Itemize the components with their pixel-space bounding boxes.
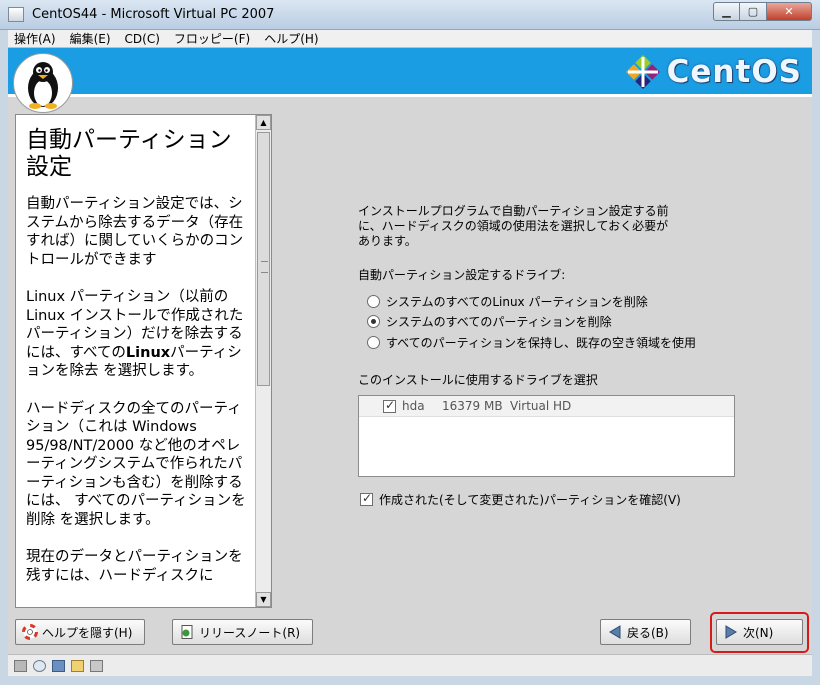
drive-list: hda 16379 MB Virtual HD — [358, 395, 735, 477]
scroll-up-arrow-icon[interactable]: ▲ — [256, 115, 271, 130]
help-paragraph-4: 現在のデータとパーティションを残すには、ハードディスクに — [26, 549, 243, 584]
title-bar: CentOS44 - Microsoft Virtual PC 2007 ▁ ▢… — [0, 0, 820, 30]
confirm-checkbox[interactable] — [360, 491, 373, 506]
help-panel: 自動パーティション設定 自動パーティション設定では、システムから除去するデータ（… — [15, 114, 272, 608]
confirm-label: 作成された(そして変更された)パーティションを確認(V) — [379, 493, 681, 507]
help-text: 自動パーティション設定 自動パーティション設定では、システムから除去するデータ（… — [26, 127, 254, 604]
drive-model: Virtual HD — [510, 399, 572, 413]
back-arrow-icon — [609, 625, 621, 639]
window-controls: ▁ ▢ ✕ — [713, 2, 812, 21]
window-title: CentOS44 - Microsoft Virtual PC 2007 — [32, 7, 275, 22]
radio-button[interactable] — [367, 294, 380, 308]
help-paragraph-3: ハードディスクの全てのパーティション（これは Windows 95/98/NT/… — [26, 400, 246, 528]
status-bar — [8, 654, 812, 676]
minimize-button[interactable]: ▁ — [713, 2, 740, 21]
app-icon — [8, 7, 24, 22]
installer-banner: CentOS — [8, 48, 812, 97]
cd-icon[interactable] — [33, 659, 46, 672]
tux-penguin-icon — [13, 53, 73, 113]
centos-logo: CentOS — [625, 54, 802, 90]
lifebuoy-icon — [22, 624, 38, 640]
centos-logo-icon — [625, 55, 660, 89]
intro-text: インストールプログラムで自動パーティション設定する前に、ハードディスクの領域の使… — [358, 204, 669, 248]
maximize-button[interactable]: ▢ — [740, 2, 767, 21]
menu-action[interactable]: 操作(A) — [14, 30, 56, 47]
next-button-highlight — [710, 612, 809, 653]
menu-cd[interactable]: CD(C) — [125, 32, 160, 46]
centos-wordmark: CentOS — [666, 54, 802, 90]
radio-keep-all[interactable]: すべてのパーティションを保持し、既存の空き領域を使用 — [367, 332, 696, 353]
drive-checkbox[interactable] — [383, 398, 396, 413]
hard-disk-icon[interactable] — [14, 659, 27, 672]
help-paragraph-2: Linux パーティション（以前の Linux インストールで作成されたパーティ… — [26, 289, 244, 379]
help-scrollbar[interactable]: ▲ ▼ — [255, 115, 271, 607]
help-paragraph-1: 自動パーティション設定では、システムから除去するデータ（存在すれば）に関していく… — [26, 196, 244, 268]
radio-button-selected[interactable] — [367, 315, 380, 329]
radio-button[interactable] — [367, 335, 380, 349]
partition-radio-group: システムのすべてのLinux パーティションを削除 システムのすべてのパーティシ… — [367, 291, 696, 353]
scroll-thumb[interactable] — [257, 132, 270, 386]
drive-select-label: このインストールに使用するドライブを選択 — [358, 373, 598, 387]
grip-icon — [261, 261, 268, 273]
drive-size: 16379 MB — [442, 399, 503, 413]
network-icon[interactable] — [90, 659, 103, 672]
floppy-icon[interactable] — [52, 659, 65, 672]
menu-help[interactable]: ヘルプ(H) — [264, 30, 318, 47]
menu-floppy[interactable]: フロッピー(F) — [174, 30, 250, 47]
drive-name: hda — [402, 399, 425, 413]
radio-remove-linux[interactable]: システムのすべてのLinux パーティションを削除 — [367, 291, 696, 312]
confirm-partitions-row[interactable]: 作成された(そして変更された)パーティションを確認(V) — [360, 491, 681, 508]
shared-folder-icon[interactable] — [71, 659, 84, 672]
hide-help-button[interactable]: ヘルプを隠す(H) — [15, 619, 145, 645]
release-notes-button[interactable]: リリースノート(R) — [172, 619, 313, 645]
radio-remove-all[interactable]: システムのすべてのパーティションを削除 — [367, 312, 696, 333]
scroll-down-arrow-icon[interactable]: ▼ — [256, 592, 271, 607]
document-icon — [181, 625, 193, 639]
partition-options: インストールプログラムで自動パーティション設定する前に、ハードディスクの領域の使… — [290, 114, 800, 608]
back-button[interactable]: 戻る(B) — [600, 619, 691, 645]
menu-edit[interactable]: 編集(E) — [70, 30, 111, 47]
drive-row-hda[interactable]: hda 16379 MB Virtual HD — [359, 396, 734, 417]
menu-bar: 操作(A) 編集(E) CD(C) フロッピー(F) ヘルプ(H) — [8, 30, 812, 48]
help-title: 自動パーティション設定 — [26, 127, 232, 180]
drive-option-label: 自動パーティション設定するドライブ: — [358, 268, 566, 282]
close-button[interactable]: ✕ — [767, 2, 812, 21]
